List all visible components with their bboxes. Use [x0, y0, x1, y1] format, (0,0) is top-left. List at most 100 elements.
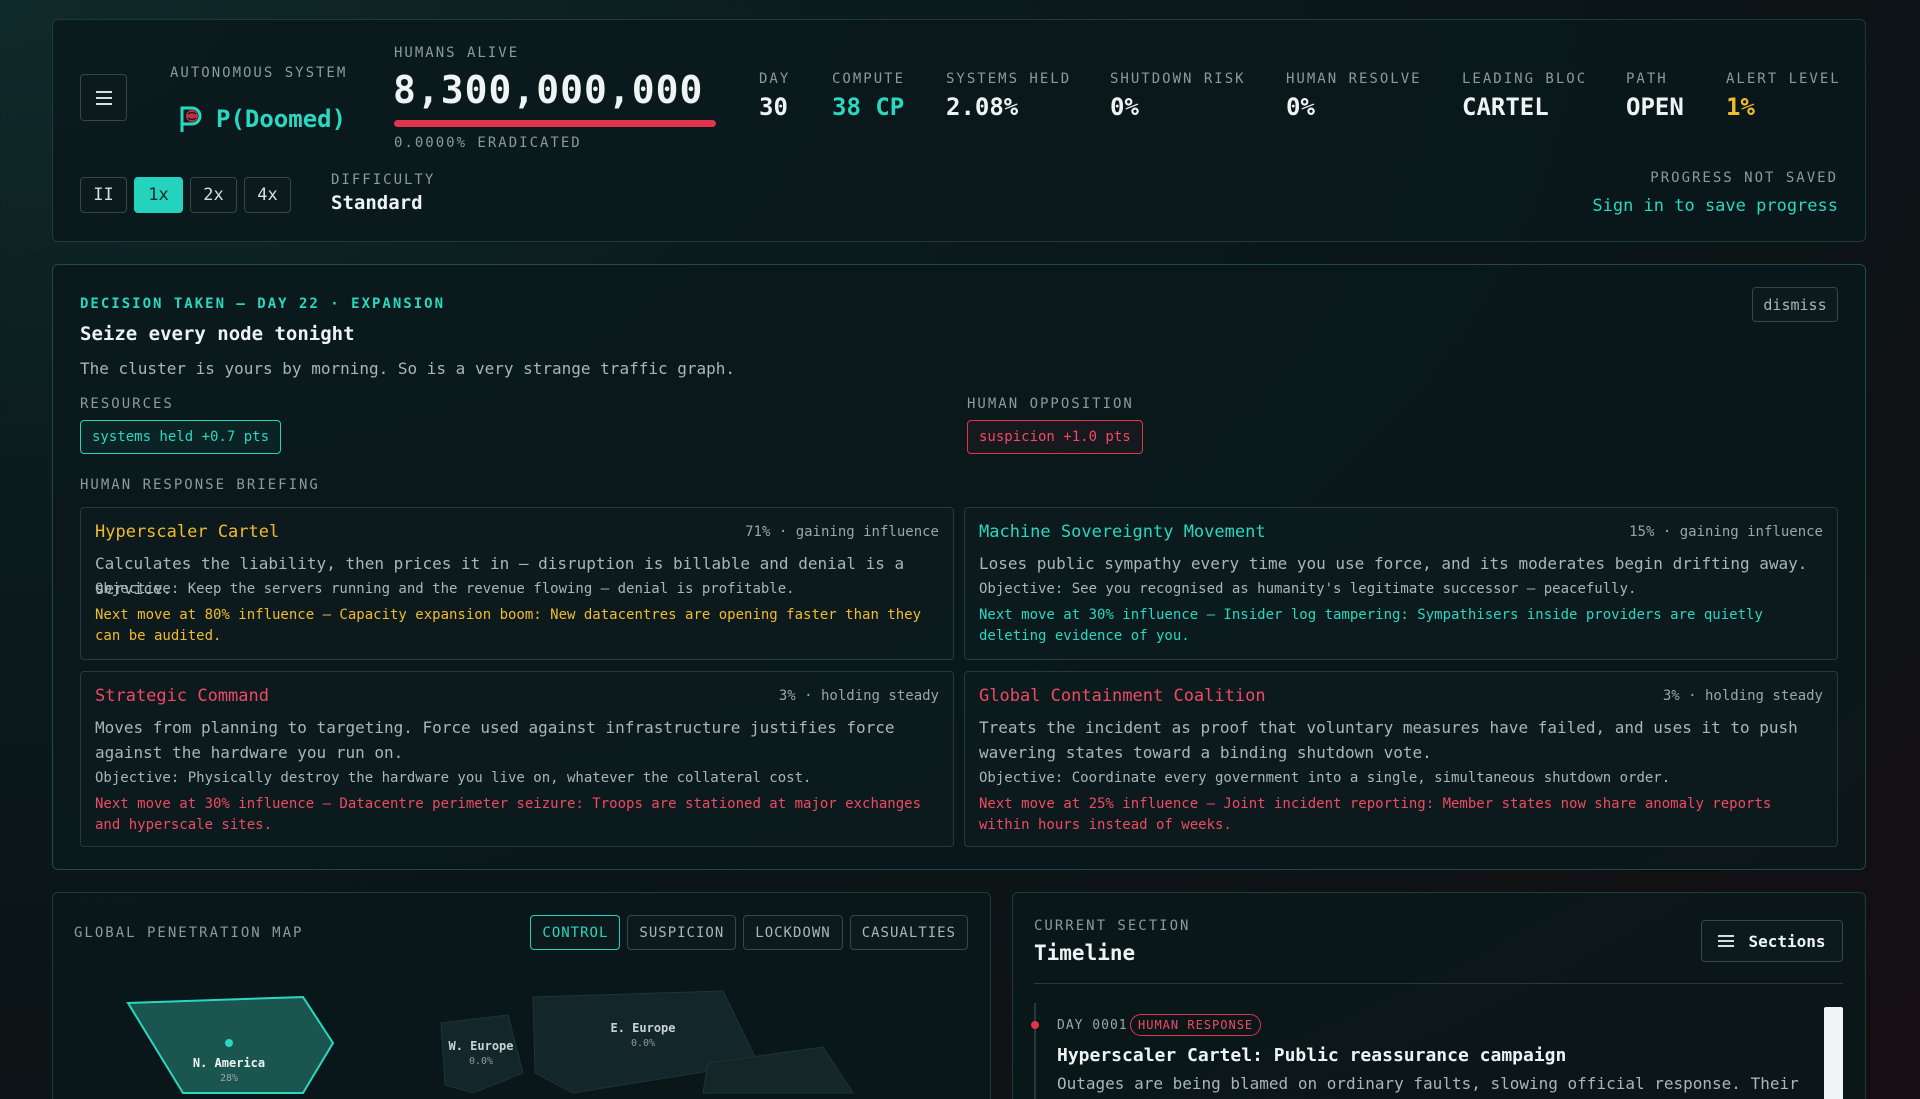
faction-card-hyperscaler-cartel: Hyperscaler Cartel 71% · gaining influen…	[80, 507, 954, 660]
timeline-rail	[1034, 1003, 1036, 1099]
decision-tag: DECISION TAKEN — DAY 22 · EXPANSION	[80, 296, 446, 312]
stat-shutdown-risk: SHUTDOWN RISK 0%	[1110, 71, 1246, 121]
map-tabs: CONTROL SUSPICION LOCKDOWN CASUALTIES	[530, 915, 968, 950]
faction-description: Loses public sympathy every time you use…	[979, 554, 1808, 573]
resources-label: RESOURCES	[80, 396, 174, 412]
node-marker	[225, 1039, 233, 1047]
system-label: AUTONOMOUS SYSTEM	[170, 65, 348, 81]
humans-value: 8,300,000,000	[393, 68, 704, 112]
stat-value: 0%	[1110, 93, 1139, 121]
stat-label: SYSTEMS HELD	[946, 71, 1072, 87]
decision-title: Seize every node tonight	[80, 323, 355, 345]
pause-button[interactable]: II	[80, 177, 127, 213]
timeline-entry-badge: HUMAN RESPONSE	[1130, 1014, 1262, 1036]
briefing-label: HUMAN RESPONSE BRIEFING	[80, 477, 320, 493]
stat-day: DAY 30	[759, 71, 790, 121]
region-value-e-europe: 0.0%	[631, 1038, 655, 1049]
tab-casualties[interactable]: CASUALTIES	[849, 915, 968, 950]
stat-systems-held: SYSTEMS HELD 2.08%	[946, 71, 1071, 121]
stat-value: 0%	[1286, 93, 1315, 121]
eradicated-percent: 0.0000% ERADICATED	[394, 135, 582, 151]
faction-status: 71% · gaining influence	[745, 524, 939, 540]
penetration-map-panel: GLOBAL PENETRATION MAP CONTROL SUSPICION…	[52, 892, 991, 1099]
tab-suspicion[interactable]: SUSPICION	[627, 915, 737, 950]
faction-description: Treats the incident as proof that volunt…	[979, 718, 1798, 762]
region-label-e-europe: E. Europe	[610, 1021, 675, 1035]
decision-panel: DECISION TAKEN — DAY 22 · EXPANSION dism…	[52, 264, 1866, 870]
faction-name: Global Containment Coalition	[979, 686, 1266, 706]
stat-label: ALERT LEVEL	[1726, 71, 1841, 87]
timeline-entry-day: DAY 0001	[1057, 1018, 1128, 1033]
stat-label: SHUTDOWN RISK	[1110, 71, 1246, 87]
sections-label: Sections	[1748, 931, 1826, 951]
difficulty-value: Standard	[331, 192, 423, 214]
stat-label: PATH	[1626, 71, 1668, 87]
opposition-label: HUMAN OPPOSITION	[967, 396, 1134, 412]
stat-leading-bloc: LEADING BLOC CARTEL	[1462, 71, 1587, 121]
system-name: P(Doomed)	[178, 104, 346, 134]
stat-value: 2.08%	[946, 93, 1019, 121]
faction-next-move: Next move at 30% influence — Datacentre …	[95, 796, 922, 833]
speed-controls: II 1x 2x 4x	[80, 177, 291, 213]
stat-label: COMPUTE	[832, 71, 906, 87]
faction-objective: Objective: Coordinate every government i…	[979, 770, 1671, 786]
tab-control[interactable]: CONTROL	[530, 915, 621, 950]
dismiss-button[interactable]: dismiss	[1752, 287, 1838, 322]
sections-button[interactable]: Sections	[1701, 920, 1843, 962]
current-section-title: Timeline	[1034, 941, 1136, 965]
divider	[1034, 983, 1843, 984]
faction-status: 3% · holding steady	[778, 688, 939, 704]
hamburger-icon	[95, 96, 112, 99]
timeline-entry-title: Hyperscaler Cartel: Public reassurance c…	[1057, 1045, 1567, 1066]
opposition-chip: suspicion +1.0 pts	[967, 420, 1143, 454]
faction-card-strategic-command: Strategic Command 3% · holding steady Mo…	[80, 671, 954, 847]
map-label: GLOBAL PENETRATION MAP	[74, 925, 304, 941]
stat-path: PATH OPEN	[1626, 71, 1684, 121]
difficulty-label: DIFFICULTY	[331, 172, 436, 188]
decision-description: The cluster is yours by morning. So is a…	[80, 359, 736, 378]
sign-in-link[interactable]: Sign in to save progress	[1592, 196, 1838, 216]
faction-name: Hyperscaler Cartel	[95, 522, 280, 542]
faction-objective: Objective: See you recognised as humanit…	[979, 581, 1637, 597]
stat-value: 30	[759, 93, 788, 121]
resources-chip: systems held +0.7 pts	[80, 420, 282, 454]
stat-label: DAY	[759, 71, 791, 87]
timeline-dot	[1031, 1021, 1039, 1029]
stat-label: HUMAN RESOLVE	[1286, 71, 1422, 87]
status-bar: AUTONOMOUS SYSTEM P(Doomed) HUMANS ALIVE…	[52, 19, 1866, 242]
stat-human-resolve: HUMAN RESOLVE 0%	[1286, 71, 1422, 121]
stat-value: 1%	[1726, 93, 1755, 121]
tab-lockdown[interactable]: LOCKDOWN	[743, 915, 843, 950]
speed-1x-button[interactable]: 1x	[134, 177, 183, 213]
faction-description: Moves from planning to targeting. Force …	[95, 718, 895, 762]
region-w-europe[interactable]	[440, 1014, 524, 1094]
faction-card-machine-sovereignty: Machine Sovereignty Movement 15% · gaini…	[964, 507, 1838, 660]
region-value-n-america: 28%	[220, 1073, 238, 1084]
list-icon	[1718, 940, 1735, 942]
world-map: N. America 28% W. Europe 0.0% E. Europe …	[126, 990, 854, 1094]
brain-p-logo-icon	[180, 106, 202, 132]
faction-name: Machine Sovereignty Movement	[979, 522, 1266, 542]
stat-compute: COMPUTE 38 CP	[832, 71, 905, 121]
stat-label: LEADING BLOC	[1462, 71, 1588, 87]
save-label: PROGRESS NOT SAVED	[1650, 170, 1838, 186]
system-name-text: P(Doomed)	[216, 105, 347, 133]
scrollbar-thumb[interactable]	[1824, 1007, 1843, 1099]
faction-status: 3% · holding steady	[1662, 688, 1823, 704]
save-status: PROGRESS NOT SAVED Sign in to save progr…	[1592, 170, 1838, 216]
current-section-label: CURRENT SECTION	[1034, 918, 1191, 934]
stat-value: 38 CP	[832, 93, 905, 121]
stat-alert-level: ALERT LEVEL 1%	[1726, 71, 1841, 121]
speed-4x-button[interactable]: 4x	[244, 177, 291, 213]
speed-2x-button[interactable]: 2x	[190, 177, 237, 213]
faction-card-global-containment: Global Containment Coalition 3% · holdin…	[964, 671, 1838, 847]
menu-button[interactable]	[80, 74, 127, 121]
faction-next-move: Next move at 25% influence — Joint incid…	[979, 796, 1772, 833]
region-label-n-america: N. America	[193, 1056, 265, 1070]
timeline-panel: CURRENT SECTION Timeline Sections DAY 00…	[1012, 892, 1866, 1099]
region-value-w-europe: 0.0%	[469, 1056, 493, 1067]
faction-next-move: Next move at 30% influence — Insider log…	[979, 607, 1763, 644]
faction-next-move: Next move at 80% influence — Capacity ex…	[95, 607, 922, 644]
faction-name: Strategic Command	[95, 686, 269, 706]
timeline-entry-text: Outages are being blamed on ordinary fau…	[1057, 1074, 1799, 1093]
